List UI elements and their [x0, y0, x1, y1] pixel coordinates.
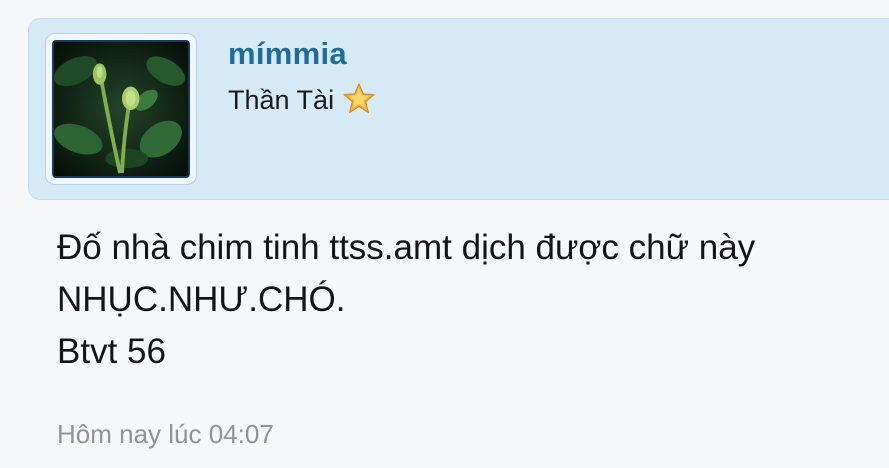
avatar[interactable]	[52, 40, 190, 178]
message-line: Đố nhà chim tinh ttss.amt dịch được chữ …	[57, 228, 756, 267]
message-body: Đố nhà chim tinh ttss.amt dịch được chữ …	[57, 222, 755, 378]
avatar-frame	[45, 33, 197, 185]
user-title-text: Thần Tài	[228, 85, 335, 115]
user-card: mímmia Thần Tài	[28, 18, 889, 200]
star-icon	[342, 82, 376, 116]
message-line: NHỤC.NHƯ.CHÓ.	[57, 280, 346, 319]
avatar-image	[54, 42, 188, 176]
message-line: Btvt 56	[57, 332, 166, 371]
post-timestamp[interactable]: Hôm nay lúc 04:07	[57, 419, 274, 450]
user-title: Thần Tài	[228, 82, 376, 116]
username[interactable]: mímmia	[228, 36, 347, 72]
